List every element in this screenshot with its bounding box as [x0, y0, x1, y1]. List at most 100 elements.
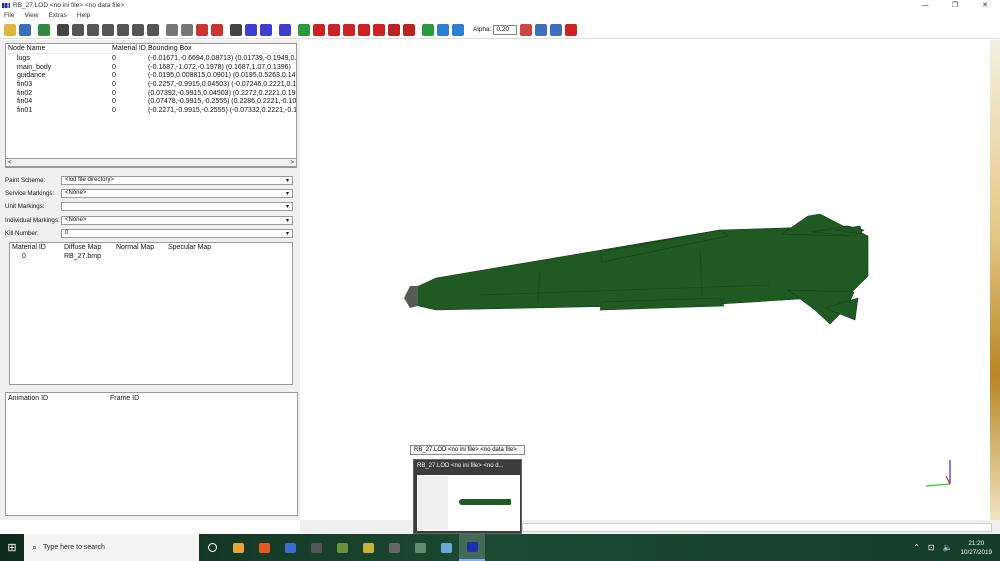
paint-scheme-dropdown[interactable]: <lod file directory> ▾	[61, 175, 293, 185]
material-id-cell: 0	[22, 253, 26, 260]
toolbar-tool-2-icon[interactable]	[19, 23, 31, 36]
toolbar-tool-26-icon[interactable]	[403, 23, 415, 36]
toolbar-tool-14-icon[interactable]	[211, 23, 223, 36]
toolbar-tool-29-icon[interactable]	[452, 23, 464, 36]
scroll-right-icon[interactable]: >	[290, 160, 294, 166]
clock-time: 21:20	[968, 539, 985, 547]
toolbar-tool-9-icon[interactable]	[132, 23, 144, 36]
table-row[interactable]: fin04 0 (0.07478,-0.9915,-0.2555) (0.2286,…	[6, 97, 296, 106]
bounding-box-cell: (0.07478,-0.9915,-0.2555) (0.2286,0.2221…	[148, 98, 296, 106]
network-icon[interactable]: ⊡	[928, 543, 935, 552]
col-material-id[interactable]: Material ID	[110, 45, 146, 52]
toolbar-tool-33-icon[interactable]	[565, 23, 578, 36]
toolbar-tool-20-icon[interactable]	[313, 23, 325, 36]
taskbar-app-7-icon[interactable]	[355, 534, 381, 561]
toolbar-tool-22-icon[interactable]	[343, 23, 355, 36]
3d-viewport[interactable]	[300, 40, 1000, 520]
close-button[interactable]: ✕	[970, 0, 1000, 10]
volume-icon[interactable]: 🔈	[943, 543, 953, 552]
toolbar-tool-17-icon[interactable]	[260, 23, 272, 36]
menu-extras[interactable]: Extras	[48, 12, 66, 19]
col-node-name[interactable]: Node Name	[6, 45, 110, 52]
toolbar-tool-5-icon[interactable]	[72, 23, 84, 36]
maximize-button[interactable]: ❐	[940, 0, 970, 10]
menu-view[interactable]: View	[24, 12, 38, 19]
thumbnail-missile	[459, 499, 511, 505]
toolbar-tool-18-icon[interactable]	[279, 23, 291, 36]
toolbar-tool-10-icon[interactable]	[147, 23, 159, 36]
window-controls: — ❐ ✕	[910, 0, 1000, 10]
toolbar-tool-7-icon[interactable]	[102, 23, 114, 36]
toolbar-tool-25-icon[interactable]	[388, 23, 400, 36]
taskbar-app-11-icon[interactable]	[459, 534, 485, 561]
taskbar-app-8-icon[interactable]	[381, 534, 407, 561]
toolbar-tool-15-icon[interactable]	[230, 23, 242, 36]
left-panel: Node Name Material ID Bounding Box lugs 0…	[0, 40, 300, 520]
node-table-scrollbar[interactable]: < >	[5, 158, 297, 167]
toolbar-tool-24-icon[interactable]	[373, 23, 385, 36]
toolbar-tool-11-icon[interactable]	[166, 23, 178, 36]
taskbar-search[interactable]: ⌕ Type here to search	[24, 534, 199, 561]
individual-markings-dropdown[interactable]: <None> ▾	[61, 215, 293, 225]
col-frame-id[interactable]: Frame ID	[110, 395, 139, 402]
table-row[interactable]: fin02 0 (0.07392,-0.9915,0.04503) (0.2272,…	[6, 89, 296, 98]
taskbar-app-3-icon[interactable]	[251, 534, 277, 561]
table-row[interactable]: fin01 0 (-0.2271,-0.9915,-0.2555) (-0.0733…	[6, 106, 296, 115]
toolbar-tool-19-icon[interactable]	[298, 23, 310, 36]
table-row[interactable]: fin03 0 (-0.2257,-0.9915,0.04503) (-0.0724…	[6, 80, 296, 89]
clock[interactable]: 21:20 10/27/2019	[960, 539, 992, 557]
col-diffuse-map[interactable]: Diffuse Map	[62, 244, 114, 251]
desktop-background	[990, 40, 1000, 520]
col-bounding-box[interactable]: Bounding Box	[146, 45, 296, 52]
table-row[interactable]: lugs 0 (-0.01671,-0.6694,0.08713) (0.01739…	[6, 54, 296, 63]
toolbar-tool-4-icon[interactable]	[57, 23, 69, 36]
unit-markings-dropdown[interactable]: ▾	[61, 201, 293, 211]
toolbar-tool-27-icon[interactable]	[422, 23, 434, 36]
kill-number-dropdown[interactable]: 0 ▾	[61, 228, 293, 238]
col-animation-id[interactable]: Animation ID	[6, 395, 110, 402]
table-row[interactable]: 0 RB_27.bmp	[10, 252, 292, 261]
taskbar-app-5-icon[interactable]	[303, 534, 329, 561]
taskbar-app-10-icon[interactable]	[433, 534, 459, 561]
toolbar-tool-23-icon[interactable]	[358, 23, 370, 36]
toolbar-tool-12-icon[interactable]	[181, 23, 193, 36]
material-id-cell: 0	[112, 72, 116, 80]
service-markings-value: <None>	[65, 190, 87, 196]
unit-markings-label: Unit Markings:	[5, 202, 45, 210]
toolbar-tool-3-icon[interactable]	[38, 23, 50, 36]
col-specular-map[interactable]: Specular Map	[166, 244, 218, 251]
menu-file[interactable]: File	[4, 12, 14, 19]
bounding-box-cell: (-0.2257,-0.9915,0.04503) (-0.07246,0.22…	[148, 80, 296, 88]
alpha-input[interactable]	[493, 24, 518, 35]
col-material-id[interactable]: Material ID	[10, 244, 62, 251]
toolbar-tool-16-icon[interactable]	[245, 23, 257, 36]
toolbar-tool-1-icon[interactable]	[4, 23, 16, 36]
taskbar-app-1-icon[interactable]	[199, 534, 225, 561]
taskbar-app-9-icon[interactable]	[407, 534, 433, 561]
toolbar-tool-21-icon[interactable]	[328, 23, 340, 36]
toolbar-tool-32-icon[interactable]	[550, 23, 563, 36]
taskbar-thumbnail-preview[interactable]: RB_27.LOD <no ini file> <no d...	[413, 459, 522, 534]
menu-help[interactable]: Help	[77, 12, 90, 19]
toolbar-tool-28-icon[interactable]	[437, 23, 449, 36]
start-button[interactable]: ⊞	[0, 534, 24, 561]
service-markings-dropdown[interactable]: <None> ▾	[61, 188, 293, 198]
tray-overflow-icon[interactable]: ⌃	[913, 543, 920, 552]
taskbar-app-6-icon[interactable]	[329, 534, 355, 561]
toolbar-tool-13-icon[interactable]	[196, 23, 208, 36]
table-row[interactable]: guidance 0 (-0.0195,0.008815,0.0901) (0.01…	[6, 71, 296, 80]
table-row[interactable]: main_body 0 (-0.1687,-1.072,-0.1978) (0.16…	[6, 63, 296, 72]
taskbar-app-4-icon[interactable]	[277, 534, 303, 561]
status-bar	[300, 520, 1000, 534]
toolbar-tool-31-icon[interactable]	[535, 23, 548, 36]
minimize-button[interactable]: —	[910, 0, 940, 10]
toolbar-tool-6-icon[interactable]	[87, 23, 99, 36]
node-name-cell: fin04	[17, 98, 33, 106]
toolbar-tool-8-icon[interactable]	[117, 23, 129, 36]
taskbar-app-2-icon[interactable]	[225, 534, 251, 561]
bounding-box-cell: (-0.01671,-0.6694,0.08713) (0.01739,-0.1…	[148, 54, 296, 62]
toolbar-tool-30-icon[interactable]	[520, 23, 533, 36]
toolbar: Alpha:	[0, 21, 1000, 39]
scroll-left-icon[interactable]: <	[8, 160, 12, 166]
col-normal-map[interactable]: Normal Map	[114, 244, 166, 251]
